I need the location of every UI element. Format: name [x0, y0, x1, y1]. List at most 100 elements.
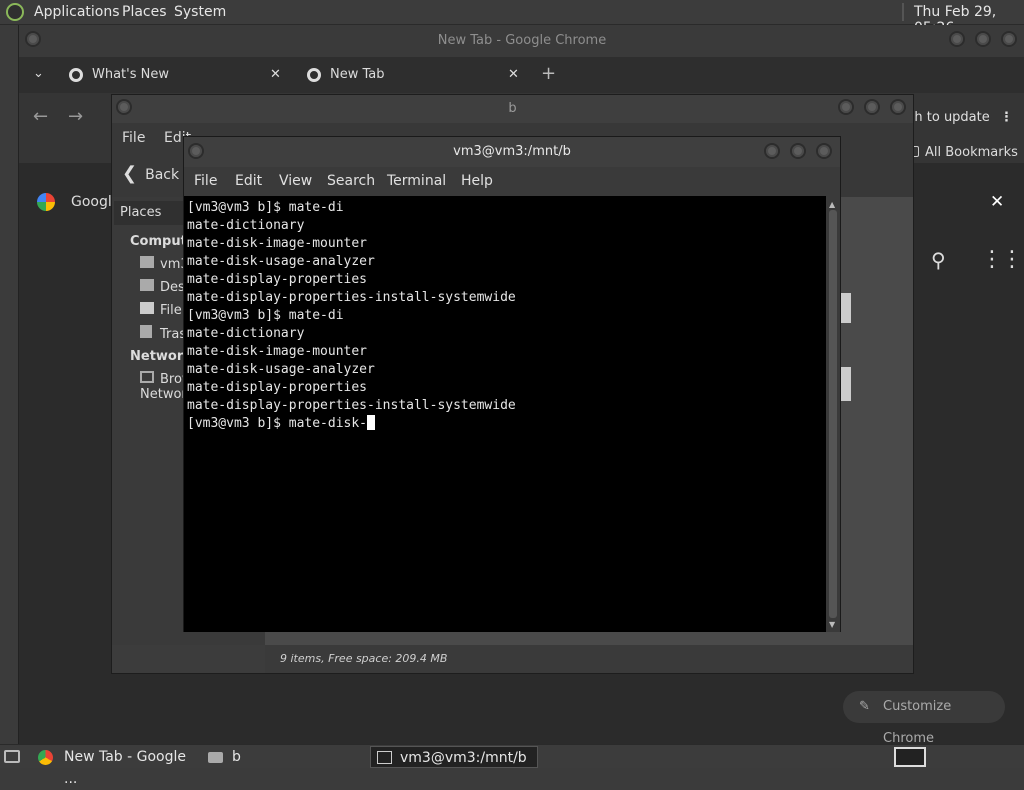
menu-file[interactable]: File: [194, 173, 217, 189]
window-menu-button[interactable]: [25, 31, 41, 47]
network-icon: [140, 371, 154, 383]
tab-search-chevron-icon[interactable]: ⌄: [33, 66, 44, 81]
all-bookmarks-label: All Bookmarks: [925, 145, 1018, 160]
menu-view[interactable]: View: [279, 173, 312, 189]
terminal-line: mate-dictionary: [187, 218, 305, 233]
terminal-line: mate-disk-usage-analyzer: [187, 362, 375, 377]
menu-terminal[interactable]: Terminal: [387, 173, 446, 189]
tab-strip: ⌄ What's New ✕ New Tab ✕ +: [19, 57, 1024, 93]
text-cursor: [367, 415, 376, 430]
terminal-line: [vm3@vm3 b]$ mate-di: [187, 200, 344, 215]
more-options-icon[interactable]: ⋮: [1000, 110, 1013, 125]
taskbar-item-label: b: [232, 749, 241, 765]
maximize-button[interactable]: [975, 31, 991, 47]
terminal-line: mate-display-properties: [187, 380, 368, 395]
desktop-icon: [140, 279, 154, 291]
terminal-menubar: File Edit View Search Terminal Help: [184, 167, 840, 196]
menu-file[interactable]: File: [122, 130, 145, 146]
top-panel: Applications Places System Thu Feb 29, 0…: [0, 0, 1024, 36]
terminal-line: mate-disk-image-mounter: [187, 344, 368, 359]
show-desktop-icon[interactable]: [4, 750, 20, 763]
mate-logo-icon[interactable]: [6, 3, 24, 21]
labs-flask-icon[interactable]: ⚲: [931, 248, 946, 272]
minimize-button[interactable]: [764, 143, 780, 159]
taskbar-item-label: New Tab - Google ...: [64, 749, 187, 787]
terminal-line: mate-display-properties: [187, 272, 368, 287]
customize-chrome-button[interactable]: ✎ Customize Chrome: [843, 691, 1005, 746]
scrollbar-thumb[interactable]: [829, 210, 837, 618]
status-bar: 9 items, Free space: 209.4 MB: [265, 645, 913, 673]
file-manager-titlebar[interactable]: b: [112, 95, 913, 123]
taskbar-item-label: vm3@vm3:/mnt/b: [400, 750, 527, 766]
terminal-line: [vm3@vm3 b]$ mate-di: [187, 308, 344, 323]
maximize-button[interactable]: [790, 143, 806, 159]
terminal-line: mate-dictionary: [187, 326, 305, 341]
menu-help[interactable]: Help: [461, 173, 493, 189]
window-menu-button[interactable]: [188, 143, 204, 159]
terminal-scrollbar[interactable]: ▲ ▼: [826, 196, 840, 632]
scroll-up-arrow-icon[interactable]: ▲: [829, 200, 835, 209]
workspace-switcher[interactable]: [894, 747, 926, 767]
menu-search[interactable]: Search: [327, 173, 375, 189]
close-icon[interactable]: ✕: [270, 57, 281, 93]
close-button[interactable]: [1001, 31, 1017, 47]
new-tab-plus-icon[interactable]: +: [541, 63, 556, 84]
customize-chrome-label: Customize Chrome: [883, 699, 952, 746]
tab-label: What's New: [92, 67, 169, 82]
close-button[interactable]: [816, 143, 832, 159]
apps-grid-icon[interactable]: ⋮⋮⋮: [981, 247, 1024, 272]
chrome-favicon-icon: [69, 68, 83, 82]
chrome-favicon-icon: [307, 68, 321, 82]
back-button[interactable]: ❮ Back: [122, 163, 179, 184]
back-label: Back: [145, 167, 180, 183]
sidebar-item-home[interactable]: vm3: [140, 256, 189, 272]
back-arrow-icon[interactable]: ←: [33, 106, 48, 127]
chrome-icon: [38, 750, 53, 765]
close-icon[interactable]: ✕: [990, 192, 1004, 212]
home-folder-icon: [140, 256, 154, 268]
window-menu-button[interactable]: [116, 99, 132, 115]
back-arrow-icon: ❮: [122, 163, 138, 184]
terminal-prompt-line[interactable]: [vm3@vm3 b]$ mate-disk-: [187, 415, 826, 433]
forward-arrow-icon[interactable]: →: [68, 106, 83, 127]
google-g-icon: [37, 193, 55, 211]
maximize-button[interactable]: [864, 99, 880, 115]
places-label: Places: [120, 205, 162, 220]
terminal-line: mate-disk-usage-analyzer: [187, 254, 375, 269]
terminal-prompt: [vm3@vm3 b]$ mate-disk-: [187, 416, 368, 431]
close-icon[interactable]: ✕: [508, 57, 519, 93]
all-bookmarks[interactable]: All Bookmarks: [909, 145, 1018, 160]
drive-icon: [140, 302, 154, 314]
terminal-line: mate-display-properties-install-systemwi…: [187, 290, 516, 305]
window-title: New Tab - Google Chrome: [437, 33, 607, 48]
taskbar-item-file-manager[interactable]: b: [194, 746, 364, 768]
window-title: b: [508, 101, 517, 116]
terminal-line: mate-disk-image-mounter: [187, 236, 368, 251]
google-account-label: Googl: [71, 194, 112, 210]
terminal-output[interactable]: [vm3@vm3 b]$ mate-di mate-dictionary mate-…: [184, 196, 826, 632]
tab-new-tab[interactable]: New Tab ✕: [301, 57, 531, 93]
pencil-icon: ✎: [859, 699, 870, 714]
folder-icon: [208, 752, 223, 763]
system-menu[interactable]: System: [174, 4, 226, 20]
terminal-line: mate-display-properties-install-systemwi…: [187, 398, 516, 413]
close-button[interactable]: [890, 99, 906, 115]
minimize-button[interactable]: [838, 99, 854, 115]
minimize-button[interactable]: [949, 31, 965, 47]
applications-menu[interactable]: Applications: [34, 4, 120, 20]
bottom-panel: New Tab - Google ... b vm3@vm3:/mnt/b: [0, 744, 1024, 787]
terminal-icon: [377, 751, 392, 764]
scroll-down-arrow-icon[interactable]: ▼: [829, 620, 835, 629]
terminal-titlebar[interactable]: vm3@vm3:/mnt/b: [184, 137, 840, 167]
places-menu[interactable]: Places: [122, 4, 167, 20]
separator: [902, 3, 904, 21]
taskbar-item-terminal[interactable]: vm3@vm3:/mnt/b: [370, 746, 538, 768]
tab-whats-new[interactable]: What's New ✕: [63, 57, 293, 93]
trash-icon: [140, 325, 152, 338]
terminal-window: vm3@vm3:/mnt/b File Edit View Search Ter…: [183, 136, 841, 632]
update-button[interactable]: nch to update ⋮: [899, 105, 1013, 131]
window-title: vm3@vm3:/mnt/b: [453, 144, 571, 159]
taskbar-item-chrome[interactable]: New Tab - Google ...: [26, 746, 198, 787]
chrome-titlebar[interactable]: New Tab - Google Chrome: [19, 25, 1024, 57]
menu-edit[interactable]: Edit: [235, 173, 262, 189]
